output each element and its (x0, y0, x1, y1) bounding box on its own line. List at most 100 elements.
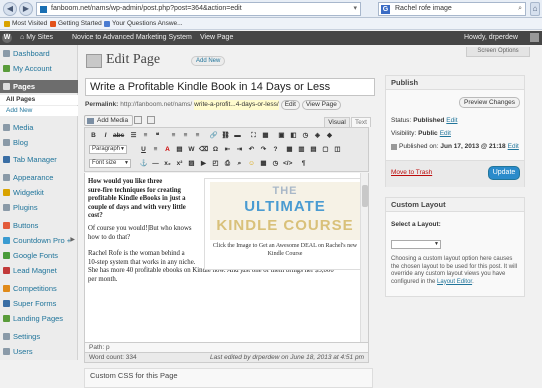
sidebar-sub-add-new[interactable]: Add New (0, 106, 78, 116)
sidebar-item-google-fonts[interactable]: Google Fonts (0, 249, 78, 262)
justify-icon[interactable]: ≡ (151, 145, 160, 154)
tab-text[interactable]: Text (351, 117, 371, 127)
publish-box-title[interactable]: Publish (386, 76, 524, 90)
image-icon[interactable]: ▨ (187, 159, 196, 168)
sidebar-item-blog[interactable]: Blog (0, 136, 78, 149)
layout-editor-link[interactable]: Layout Editor (437, 279, 472, 285)
column-icon[interactable]: ▤ (309, 145, 318, 154)
insert-shortcode-icon[interactable] (147, 116, 155, 124)
row-icon[interactable]: ▥ (297, 145, 306, 154)
kindle-course-image[interactable]: THE ULTIMATE KINDLE COURSE (210, 182, 360, 240)
my-sites-link[interactable]: ⌂ My Sites (20, 31, 53, 45)
font-size-select[interactable]: Font size ▼ (89, 159, 131, 168)
sidebar-item-lead-magnet[interactable]: Lead Magnet (0, 264, 78, 277)
special-char-icon[interactable]: Ω (211, 145, 220, 154)
back-button[interactable]: ◀ (3, 2, 17, 16)
emoticon-icon[interactable]: ☺ (247, 159, 256, 168)
hr-icon[interactable]: ― (151, 159, 160, 168)
numbered-list-icon[interactable]: ≡ (141, 131, 150, 140)
subscript-icon[interactable]: x₂ (163, 159, 172, 168)
sidebar-item-super-forms[interactable]: Super Forms (0, 297, 78, 310)
permalink-slug[interactable]: write-a-profit...4-days-or-less/ (194, 100, 279, 110)
forward-button[interactable]: ▶ (19, 2, 33, 16)
outdent-icon[interactable]: ⇤ (223, 145, 232, 154)
anchor-icon[interactable]: ⚓ (139, 159, 148, 168)
add-new-button[interactable]: Add New (191, 56, 226, 66)
avatar[interactable] (530, 33, 539, 42)
sidebar-item-countdown-pro[interactable]: Countdown Pro + ▶ (0, 234, 78, 247)
date-icon[interactable]: ▦ (259, 159, 268, 168)
edit-visibility-link[interactable]: Edit (440, 129, 451, 138)
custom-layout-title[interactable]: Custom Layout (386, 198, 524, 212)
layout-select[interactable]: ▼ (391, 240, 441, 249)
visual-aid-icon[interactable]: ◰ (211, 159, 220, 168)
sidebar-item-buttons[interactable]: Buttons (0, 219, 78, 232)
strikethrough-icon[interactable]: abc (113, 131, 124, 140)
time-icon[interactable]: ◷ (271, 159, 280, 168)
search-replace-icon[interactable]: ⌕ (235, 159, 244, 168)
sidebar-item-users[interactable]: Users (0, 345, 78, 358)
paste-word-icon[interactable]: W (187, 145, 196, 154)
toolbar-toggle-icon[interactable]: ▦ (261, 131, 270, 140)
align-center-icon[interactable]: ≡ (181, 131, 190, 140)
indent-icon[interactable]: ⇥ (235, 145, 244, 154)
format-select[interactable]: Paragraph ▼ (89, 145, 127, 154)
search-input[interactable]: G Rachel rofe image ⌕ (378, 2, 526, 16)
sidebar-item-appearance[interactable]: Appearance (0, 171, 78, 184)
align-left-icon[interactable]: ≡ (169, 131, 178, 140)
wordpress-logo-icon[interactable]: W (2, 33, 12, 43)
code-icon[interactable]: </> (283, 159, 292, 168)
button-shortcode-icon[interactable]: ◧ (289, 131, 298, 140)
help-icon[interactable]: ? (271, 145, 280, 154)
style-icon[interactable]: ¶ (299, 159, 308, 168)
sidebar-item-settings[interactable]: Settings (0, 330, 78, 343)
italic-icon[interactable]: I (101, 131, 110, 140)
edit-permalink-button[interactable]: Edit (280, 100, 300, 110)
gallery-icon[interactable]: ▣ (277, 131, 286, 140)
countdown-shortcode-icon[interactable]: ◷ (301, 131, 310, 140)
sidebar-sub-all-pages[interactable]: All Pages (0, 95, 78, 105)
sidebar-item-landing-pages[interactable]: Landing Pages (0, 312, 78, 325)
editor-content-area[interactable]: How would you like three sure-fire techn… (84, 173, 369, 343)
edit-status-link[interactable]: Edit (446, 116, 457, 125)
bookmark-your-questions[interactable]: Your Questions Answe... (104, 18, 183, 30)
post-title-input[interactable]: Write a Profitable Kindle Book in 14 Day… (85, 78, 375, 96)
view-page-link[interactable]: View Page (200, 31, 233, 45)
sidebar-item-my-account[interactable]: My Account (0, 62, 78, 75)
fullscreen-icon[interactable]: ⛶ (249, 131, 258, 140)
update-button[interactable]: Update (488, 166, 520, 180)
sidebar-item-competitions[interactable]: Competitions (0, 282, 78, 295)
edit-date-link[interactable]: Edit (508, 142, 519, 151)
scrollbar-thumb[interactable] (362, 185, 368, 207)
cell-icon[interactable]: ▢ (321, 145, 330, 154)
sidebar-item-pages[interactable]: Pages (0, 80, 78, 93)
merge-icon[interactable]: ◫ (333, 145, 342, 154)
superscript-icon[interactable]: x² (175, 159, 184, 168)
move-to-trash-link[interactable]: Move to Trash (391, 169, 432, 176)
custom-css-box-title[interactable]: Custom CSS for this Page (84, 368, 373, 388)
insert-form-icon[interactable] (134, 116, 142, 124)
tab-visual[interactable]: Visual (324, 117, 350, 127)
bookmark-getting-started[interactable]: Getting Started (50, 18, 102, 30)
underline-icon[interactable]: U (139, 145, 148, 154)
screen-options-tab[interactable]: Screen Options (466, 47, 530, 57)
text-color-icon[interactable]: A (163, 145, 172, 154)
bullet-list-icon[interactable]: ☰ (129, 131, 138, 140)
sidebar-item-dashboard[interactable]: Dashboard (0, 47, 78, 60)
sidebar-item-media[interactable]: Media (0, 121, 78, 134)
undo-icon[interactable]: ↶ (247, 145, 256, 154)
competition-shortcode-icon[interactable]: ◆ (325, 131, 334, 140)
unlink-icon[interactable]: ⛓ (221, 131, 230, 140)
bookmark-most-visited[interactable]: Most Visited (4, 18, 47, 30)
url-bar[interactable]: fanboom.net/nams/wp-admin/post.php?post=… (36, 2, 361, 16)
print-icon[interactable]: ⎙ (223, 159, 232, 168)
preview-changes-button[interactable]: Preview Changes (459, 97, 520, 108)
more-tag-icon[interactable]: ▬ (233, 131, 242, 140)
editor-scrollbar[interactable] (360, 173, 368, 342)
sidebar-item-tab-manager[interactable]: Tab Manager (0, 153, 78, 166)
align-right-icon[interactable]: ≡ (193, 131, 202, 140)
howdy-user-menu[interactable]: Howdy, drperdew (464, 31, 518, 45)
paste-text-icon[interactable]: ▤ (175, 145, 184, 154)
table-icon[interactable]: ▦ (285, 145, 294, 154)
add-media-button[interactable]: Add Media (84, 115, 134, 126)
